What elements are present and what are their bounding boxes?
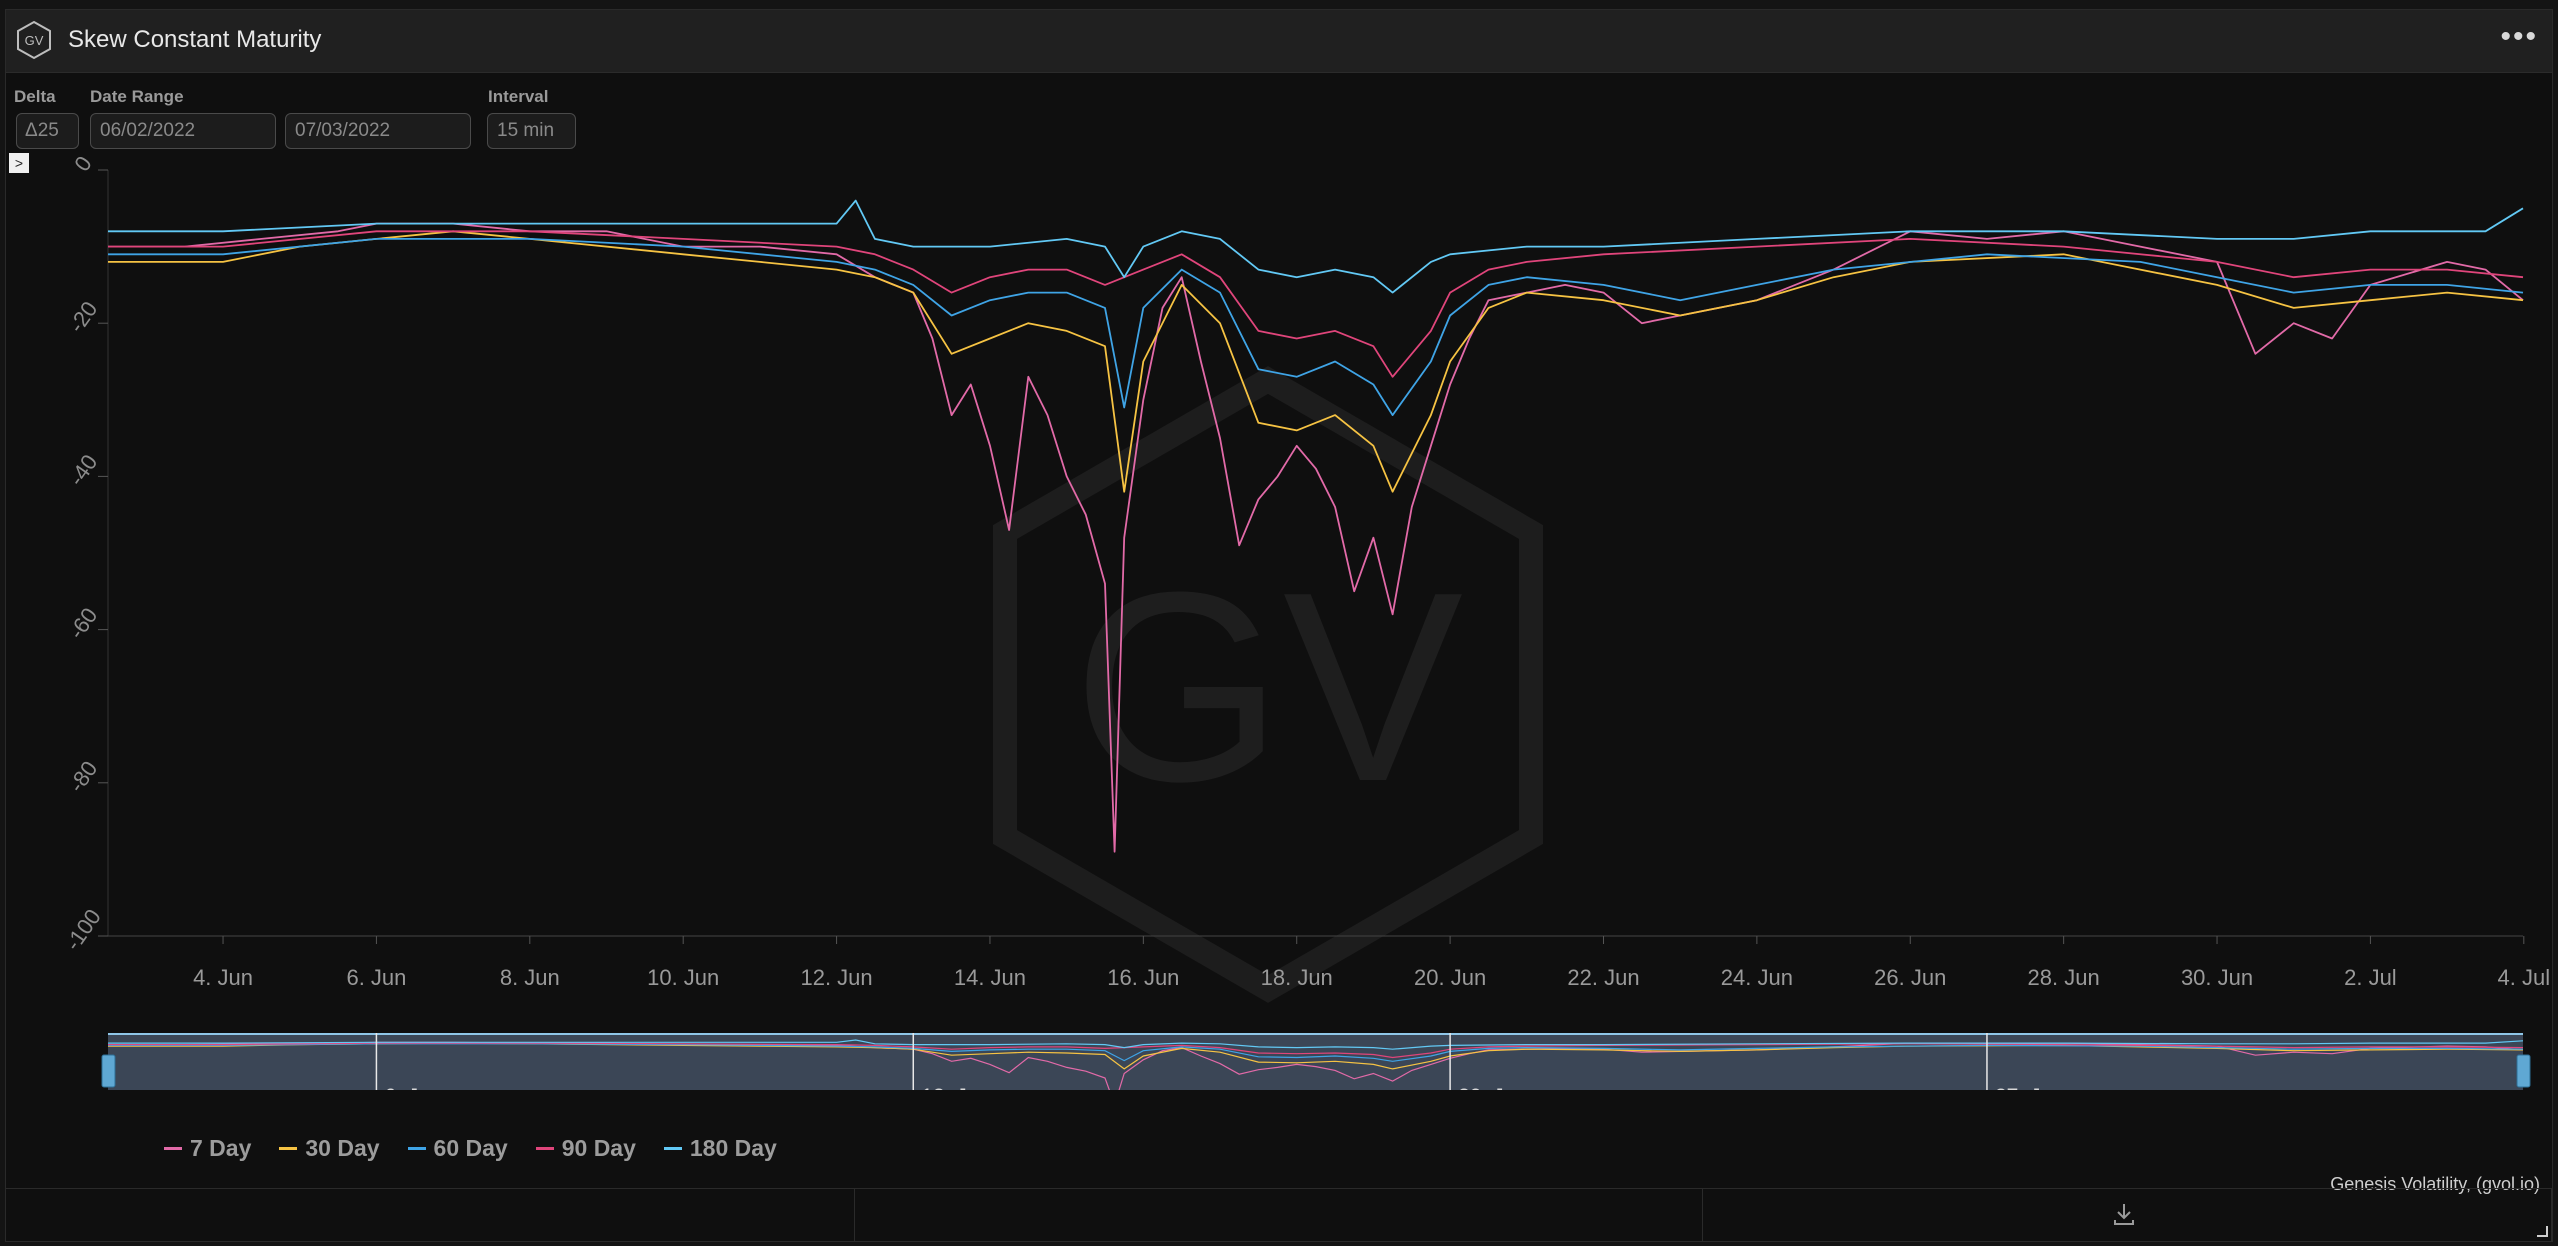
y-tick-label: -100 <box>60 905 106 955</box>
legend-label: 60 Day <box>433 1134 508 1161</box>
y-tick-label: -20 <box>64 297 103 337</box>
navigator[interactable]: 6. Jun 13. Jun 20. Jun 27. Jun <box>101 1033 2531 1090</box>
x-tick-label: 4. Jul <box>2498 965 2551 990</box>
x-tick-label: 6. Jun <box>346 965 406 990</box>
x-tick-label: 18. Jun <box>1261 965 1333 990</box>
legend-swatch <box>535 1146 554 1150</box>
y-tick-label: -60 <box>64 603 103 643</box>
footer-cell <box>6 1189 855 1241</box>
navigator-right-handle[interactable] <box>2516 1054 2531 1088</box>
x-tick-label: 16. Jun <box>1107 965 1179 990</box>
panel-footer <box>6 1188 2553 1241</box>
navigator-tick-label: 6. Jun <box>384 1085 441 1090</box>
x-tick-label: 2. Jul <box>2344 965 2397 990</box>
legend-swatch <box>164 1146 182 1150</box>
x-tick-label: 24. Jun <box>1721 965 1793 990</box>
x-tick-label: 28. Jun <box>2028 965 2100 990</box>
legend: 7 Day 30 Day 60 Day 90 Day 180 Day <box>164 1133 777 1163</box>
navigator-left-handle[interactable] <box>101 1054 116 1088</box>
resize-handle-icon[interactable] <box>2536 1225 2548 1237</box>
series-line-180-day <box>108 199 2524 294</box>
legend-label: 90 Day <box>561 1134 636 1161</box>
series-line-90-day <box>108 230 2524 378</box>
series-line-60-day <box>108 237 2524 417</box>
legend-swatch <box>663 1146 682 1150</box>
footer-cell <box>1703 1189 2553 1241</box>
legend-label: 30 Day <box>305 1134 380 1161</box>
footer-cell <box>855 1189 1704 1241</box>
x-tick-label: 12. Jun <box>800 965 872 990</box>
legend-item-30-day[interactable]: 30 Day <box>279 1133 380 1163</box>
chart-panel: GV Skew Constant Maturity ••• Delta Δ25 … <box>5 9 2553 1242</box>
gv-watermark: GV <box>993 366 1543 1003</box>
skew-chart: GV 0 -20 -40 -60 -80 -100 4. Jun 6. Jun 8. Jun 1… <box>60 152 2551 1090</box>
series-line-30-day <box>108 230 2524 493</box>
x-tick-label: 22. Jun <box>1567 965 1639 990</box>
navigator-tick-label: 13. Jun <box>921 1085 990 1090</box>
y-tick-label: 0 <box>69 152 97 176</box>
y-tick-label: -80 <box>64 756 103 796</box>
legend-swatch <box>279 1146 298 1150</box>
x-tick-label: 8. Jun <box>500 965 560 990</box>
x-tick-label: 10. Jun <box>647 965 719 990</box>
x-tick-label: 4. Jun <box>193 965 253 990</box>
legend-item-60-day[interactable]: 60 Day <box>407 1133 508 1163</box>
x-tick-label: 14. Jun <box>954 965 1026 990</box>
navigator-tick-label: 27. Jun <box>1995 1085 2064 1090</box>
x-tick-label: 26. Jun <box>1874 965 1946 990</box>
legend-item-90-day[interactable]: 90 Day <box>535 1133 636 1163</box>
legend-item-7-day[interactable]: 7 Day <box>164 1133 251 1163</box>
legend-label: 180 Day <box>689 1134 777 1161</box>
x-tick-label: 30. Jun <box>2181 965 2253 990</box>
download-icon[interactable] <box>2111 1201 2137 1227</box>
legend-label: 7 Day <box>190 1134 252 1161</box>
watermark-text: GV <box>1073 537 1464 838</box>
legend-swatch <box>407 1146 426 1150</box>
x-tick-label: 20. Jun <box>1414 965 1486 990</box>
y-tick-label: -40 <box>64 450 103 490</box>
navigator-tick-label: 20. Jun <box>1458 1085 1527 1090</box>
legend-item-180-day[interactable]: 180 Day <box>663 1133 777 1163</box>
